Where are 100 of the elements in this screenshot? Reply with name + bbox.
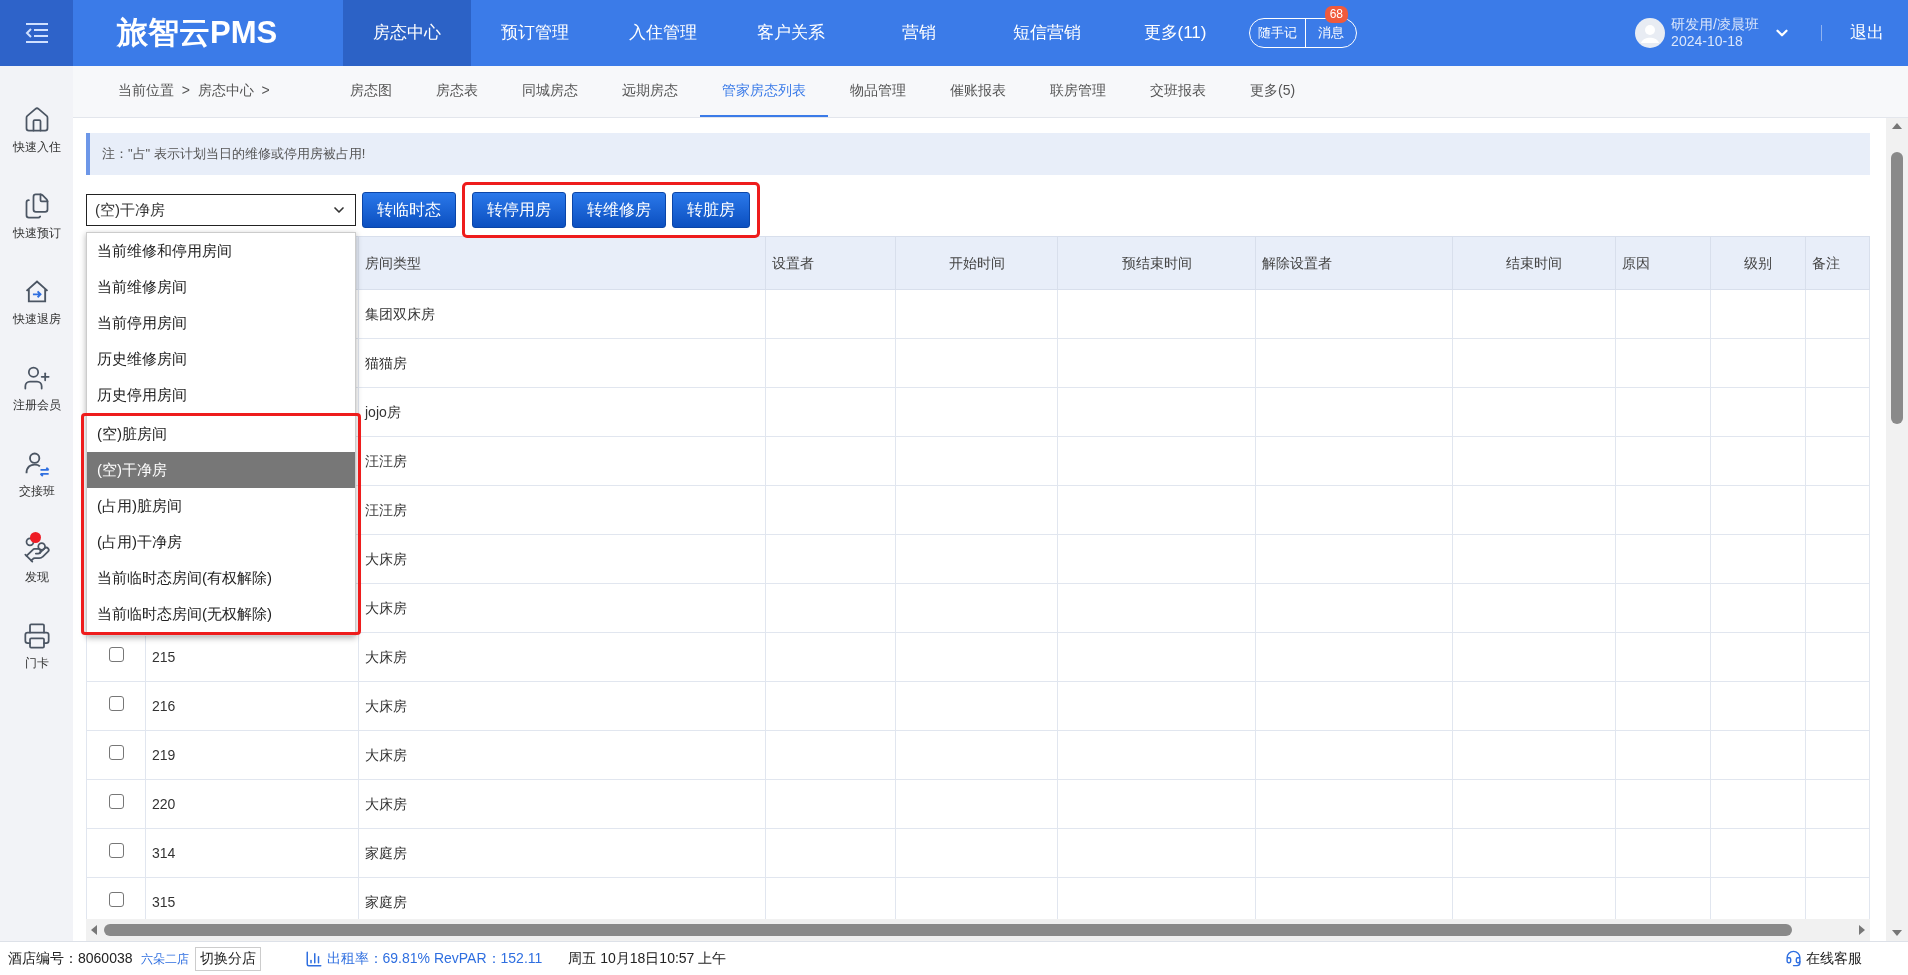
row-checkbox[interactable] — [108, 793, 124, 809]
app-logo: 旅智云PMS — [117, 13, 279, 52]
dropdown-option[interactable]: (占用)干净房 — [87, 524, 355, 560]
room-type: 大床房 — [365, 697, 407, 714]
room-number: 216 — [152, 697, 176, 714]
filter-select-value: (空)干净房 — [95, 199, 165, 220]
room-number: 215 — [152, 648, 176, 665]
sub-nav-tab[interactable]: 联房管理 — [1028, 66, 1128, 117]
user-date: 2024-10-18 — [1671, 33, 1744, 50]
sub-nav-tab[interactable]: 交班报表 — [1128, 66, 1228, 117]
column-header: 备注 — [1805, 236, 1870, 290]
dropdown-option[interactable]: (占用)脏房间 — [87, 488, 355, 524]
store-name: 六朵二店 — [140, 950, 189, 968]
horizontal-scrollbar[interactable] — [86, 919, 1870, 941]
logout-link[interactable]: 退出 — [1850, 20, 1884, 46]
top-nav-item[interactable]: 客户关系 — [727, 0, 855, 66]
top-nav-item[interactable]: 入住管理 — [599, 0, 727, 66]
room-type: 汪汪房 — [365, 452, 407, 469]
breadcrumb: 当前位置 > 房态中心 > — [118, 81, 271, 100]
scrollbar-thumb[interactable] — [1891, 152, 1903, 424]
row-checkbox[interactable] — [108, 695, 124, 711]
action-button[interactable]: 转停用房 — [472, 192, 566, 228]
room-number: 219 — [152, 746, 176, 763]
switch-store-button[interactable]: 切换分店 — [194, 946, 261, 971]
scroll-left-icon[interactable] — [90, 925, 98, 935]
action-button[interactable]: 转维修房 — [572, 192, 666, 228]
sidebar-icon — [22, 622, 51, 650]
sub-nav-tab[interactable]: 催账报表 — [928, 66, 1028, 117]
room-type: 集团双床房 — [365, 305, 435, 322]
sidebar-icon — [22, 364, 51, 392]
room-type: 大床房 — [365, 648, 407, 665]
sub-nav-tab[interactable]: 远期房态 — [600, 66, 700, 117]
sub-nav-tab[interactable]: 物品管理 — [828, 66, 928, 117]
room-type: 家庭房 — [365, 844, 407, 861]
sub-nav-tab[interactable]: 管家房态列表 — [700, 66, 828, 117]
room-type: 大床房 — [365, 746, 407, 763]
action-button[interactable]: 转临时态 — [362, 192, 456, 228]
room-number: 315 — [152, 893, 176, 910]
occupancy-stats: 出租率：69.81% RevPAR：152.11 — [326, 949, 543, 968]
sub-nav-tab[interactable]: 更多(5) — [1228, 66, 1318, 117]
dropdown-option[interactable]: 当前停用房间 — [87, 305, 355, 341]
top-nav-item[interactable]: 更多(11) — [1111, 0, 1239, 66]
scroll-right-icon[interactable] — [1858, 925, 1866, 935]
room-type: 大床房 — [365, 599, 407, 616]
sidebar-item[interactable]: 快速入住 — [12, 106, 61, 156]
menu-icon — [23, 22, 50, 44]
sub-nav-tab[interactable]: 同城房态 — [500, 66, 600, 117]
column-header: 解除设置者 — [1255, 236, 1453, 290]
sidebar-item[interactable]: 快速退房 — [12, 278, 61, 328]
top-nav-item[interactable]: 短信营销 — [983, 0, 1111, 66]
room-type: jojo房 — [365, 403, 401, 420]
row-checkbox[interactable] — [108, 842, 124, 858]
online-support-link[interactable]: 在线客服 — [1806, 948, 1862, 969]
dropdown-option[interactable]: (空)干净房 — [87, 452, 355, 488]
sidebar-item[interactable]: 快速预订 — [12, 192, 61, 242]
notice-bar: 注："占" 表示计划当日的维修或停用房被占用! — [86, 133, 1870, 175]
chart-icon — [304, 949, 323, 968]
action-button[interactable]: 转脏房 — [672, 192, 750, 228]
dropdown-option[interactable]: 当前临时态房间(无权解除) — [87, 596, 355, 632]
column-header: 级别 — [1710, 236, 1806, 290]
vertical-scrollbar[interactable] — [1886, 118, 1908, 941]
notes-button[interactable]: 随手记 — [1250, 19, 1306, 47]
top-nav-item[interactable]: 预订管理 — [471, 0, 599, 66]
scrollbar-thumb[interactable] — [104, 924, 1792, 936]
sidebar-item[interactable]: 注册会员 — [12, 364, 61, 414]
scroll-down-icon[interactable] — [1892, 929, 1902, 937]
sidebar-item[interactable]: 发现 — [22, 536, 51, 586]
sidebar-item[interactable]: 门卡 — [22, 622, 51, 672]
column-header: 设置者 — [765, 236, 896, 290]
room-type: 大床房 — [365, 550, 407, 567]
filter-select[interactable]: (空)干净房 — [86, 194, 356, 226]
column-header: 预结束时间 — [1057, 236, 1256, 290]
avatar-icon — [1635, 18, 1666, 48]
room-type: 汪汪房 — [365, 501, 407, 518]
room-number: 220 — [152, 795, 176, 812]
dropdown-option[interactable]: 历史停用房间 — [87, 377, 355, 413]
row-checkbox[interactable] — [108, 646, 124, 662]
sub-nav-tab[interactable]: 房态表 — [414, 66, 500, 117]
dropdown-option[interactable]: 历史维修房间 — [87, 341, 355, 377]
scroll-up-icon[interactable] — [1892, 122, 1902, 130]
menu-toggle-button[interactable] — [0, 0, 73, 66]
user-name: 研发用/凌晨班 — [1671, 16, 1759, 33]
column-header: 结束时间 — [1452, 236, 1616, 290]
top-nav-item[interactable]: 房态中心 — [343, 0, 471, 66]
column-header: 房间类型 — [358, 236, 766, 290]
message-count-badge: 68 — [1324, 6, 1348, 23]
top-nav-item[interactable]: 营销 — [855, 0, 983, 66]
dropdown-option[interactable]: 当前维修和停用房间 — [87, 233, 355, 269]
column-header: 原因 — [1615, 236, 1711, 290]
room-type: 猫猫房 — [365, 354, 407, 371]
sub-nav-tab[interactable]: 房态图 — [328, 66, 414, 117]
row-checkbox[interactable] — [108, 891, 124, 907]
dropdown-option[interactable]: 当前临时态房间(有权解除) — [87, 560, 355, 596]
dropdown-option[interactable]: (空)脏房间 — [87, 416, 355, 452]
hotel-number: 酒店编号：8060038 — [8, 949, 133, 968]
column-header: 开始时间 — [895, 236, 1058, 290]
sidebar-icon — [22, 536, 51, 564]
row-checkbox[interactable] — [108, 744, 124, 760]
sidebar-item[interactable]: 交接班 — [18, 450, 55, 500]
dropdown-option[interactable]: 当前维修房间 — [87, 269, 355, 305]
